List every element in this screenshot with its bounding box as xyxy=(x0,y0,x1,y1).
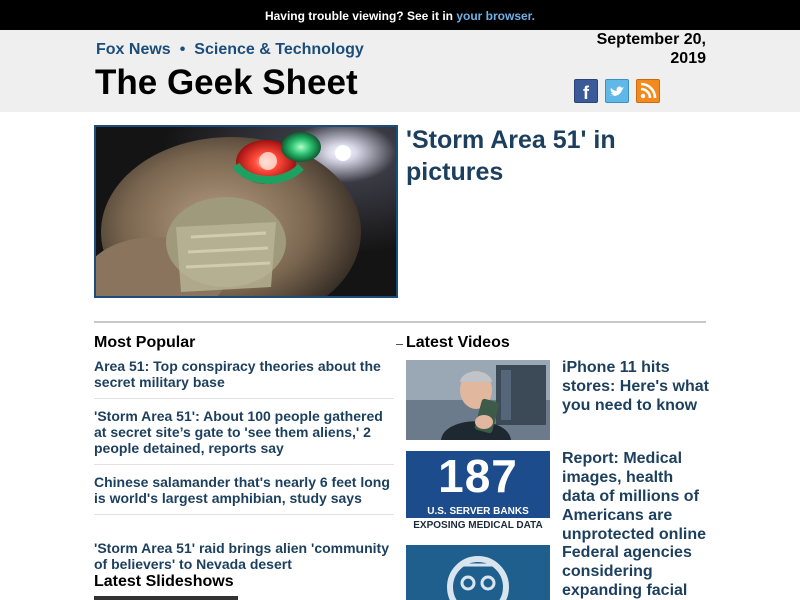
page-title: The Geek Sheet xyxy=(95,63,358,102)
video-title[interactable]: iPhone 11 hits stores: Here's what you n… xyxy=(562,358,710,415)
thumb-number: 187 xyxy=(438,451,518,502)
viewing-trouble-bar: Having trouble viewing? See it in your b… xyxy=(0,0,800,30)
thumb-caption-1: U.S. SERVER BANKS xyxy=(427,506,529,517)
social-links: f xyxy=(574,79,660,105)
popular-item[interactable]: Chinese salamander that's nearly 6 feet … xyxy=(94,474,394,515)
rss-icon[interactable] xyxy=(636,79,660,103)
viewing-trouble-text: Having trouble viewing? See it in xyxy=(264,9,457,23)
popular-item[interactable]: Area 51: Top conspiracy theories about t… xyxy=(94,358,394,399)
video-thumbnail-facial-recognition[interactable] xyxy=(406,545,550,600)
issue-date-line2: 2019 xyxy=(670,50,706,67)
hero-image[interactable] xyxy=(94,125,398,298)
breadcrumb: Fox News • Science & Technology xyxy=(96,41,364,59)
thumb-caption-2: EXPOSING MEDICAL DATA xyxy=(406,518,550,533)
latest-videos-heading: Latest Videos xyxy=(396,334,510,351)
issue-date: September 20, 2019 xyxy=(580,30,706,68)
facebook-icon[interactable]: f xyxy=(574,79,598,103)
most-popular-heading: Most Popular xyxy=(94,334,196,351)
video-thumbnail-iphone[interactable] xyxy=(406,360,550,440)
nav-separator: • xyxy=(179,41,186,58)
nav-fox-news[interactable]: Fox News xyxy=(96,41,171,58)
video-thumbnail-medical-data[interactable]: 187 U.S. SERVER BANKS EXPOSING MEDICAL D… xyxy=(406,451,550,533)
video-title[interactable]: Report: Medical images, health data of m… xyxy=(562,449,710,544)
svg-text:f: f xyxy=(583,83,590,102)
latest-slideshows-heading: Latest Slideshows xyxy=(94,573,234,590)
video-title[interactable]: Federal agencies considering expanding f… xyxy=(562,543,710,600)
section-divider xyxy=(94,321,706,323)
twitter-icon[interactable] xyxy=(605,79,629,103)
nav-science-technology[interactable]: Science & Technology xyxy=(194,41,364,58)
slideshow-thumbnail[interactable] xyxy=(94,596,238,600)
issue-date-line1: September 20, xyxy=(596,31,706,48)
browser-link[interactable]: your browser. xyxy=(456,9,535,23)
newsletter-header: Fox News • Science & Technology The Geek S… xyxy=(0,30,800,112)
hero-headline[interactable]: 'Storm Area 51' in pictures xyxy=(406,124,696,188)
popular-item[interactable]: 'Storm Area 51': About 100 people gather… xyxy=(94,408,394,465)
